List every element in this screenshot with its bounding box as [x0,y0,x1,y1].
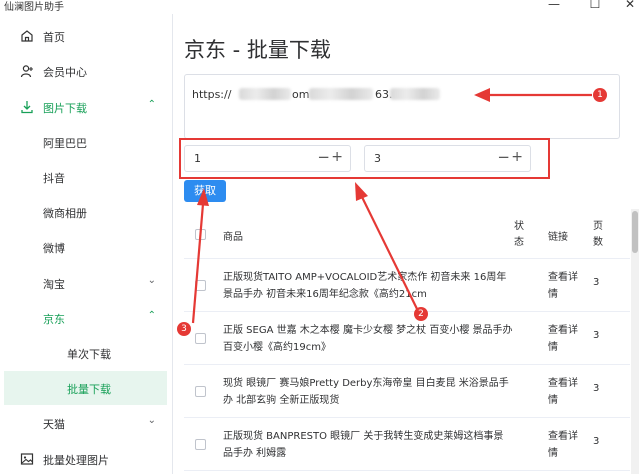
user-add-icon [20,65,33,78]
chevron-down-icon: ⌄ [147,275,156,286]
table-row[interactable]: 正版 SEGA 世嘉 木之本樱 魔卡少女樱 梦之杖 百变小樱 景品手办 百变小樱… [184,313,630,365]
page-count: 3 [593,436,600,447]
select-all-checkbox[interactable] [195,229,206,240]
page-title: 京东 - 批量下载 [184,38,331,62]
annotation-badge-1: 1 [593,88,607,102]
row-checkbox[interactable] [195,439,206,450]
view-details-link[interactable]: 查看详情 [548,269,578,303]
sidebar-item-jd[interactable]: 京东 ⌃ [0,301,172,335]
header-pages: 页数 [593,221,603,248]
end-page-value: 3 [374,152,381,165]
sidebar-item-image-download[interactable]: 图片下载 ⌃ [0,90,172,124]
chevron-up-icon: ⌃ [147,99,156,110]
url-text: https:// [192,88,232,101]
sidebar-item-label: 微博 [43,242,65,255]
download-icon [21,101,33,114]
chevron-up-icon: ⌃ [147,310,156,321]
sidebar-item-label: 阿里巴巴 [43,137,87,150]
sidebar-item-tmall[interactable]: 天猫 ⌄ [0,406,172,440]
redaction-blur [390,88,440,100]
table-scrollbar[interactable] [631,209,639,474]
start-page-stepper[interactable]: 1 − + [184,145,351,172]
scrollbar-thumb[interactable] [632,211,638,253]
sidebar-item-batch-download[interactable]: 批量下载 [4,371,167,405]
sidebar-item-batch-process[interactable]: 批量处理图片 [0,442,172,474]
sidebar-item-label: 单次下载 [67,348,111,361]
maximize-button[interactable]: ☐ [585,0,605,11]
header-product: 商品 [223,232,243,243]
product-name: 正版 SEGA 世嘉 木之本樱 魔卡少女樱 梦之杖 百变小樱 景品手办 百变小樱… [223,325,513,353]
view-details-link[interactable]: 查看详情 [548,375,578,409]
product-name: 正版现货 BANPRESTO 眼镜厂 关于我转生变成史莱姆这档事景品手办 利姆露 [223,431,504,459]
sidebar-item-home[interactable]: 首页 [0,19,172,53]
sidebar-item-label: 京东 [43,313,65,326]
window-title: 仙澜图片助手 [4,2,64,13]
start-page-value: 1 [194,152,201,165]
header-link: 链接 [548,232,568,243]
sidebar: 首页 会员中心 图片下载 ⌃ 阿里巴巴 抖音 微商相册 微博 淘宝 ⌄ 京东 ⌃ [0,14,173,474]
view-details-link[interactable]: 查看详情 [548,322,578,356]
fetch-button[interactable]: 获取 [184,180,226,202]
end-page-stepper[interactable]: 3 − + [364,145,531,172]
sidebar-item-label: 会员中心 [43,66,87,79]
page-count: 3 [593,330,600,341]
row-checkbox[interactable] [195,333,206,344]
table-header: 商品 状态 链接 页数 [184,211,630,259]
product-name: 现货 眼镜厂 赛马娘Pretty Derby东海帝皇 目白麦昆 米浴景品手办 北… [223,378,509,406]
title-bar: 仙澜图片助手 — ☐ ✕ [0,0,640,14]
close-button[interactable]: ✕ [620,0,640,11]
chevron-down-icon: ⌄ [147,415,156,426]
table-row[interactable]: 正版现货 BANPRESTO 眼镜厂 关于我转生变成史莱姆这档事景品手办 利姆露… [184,419,630,471]
sidebar-item-label: 淘宝 [43,278,65,291]
sidebar-item-label: 微商相册 [43,207,87,220]
row-checkbox[interactable] [195,386,206,397]
sidebar-item-member[interactable]: 会员中心 [0,54,172,88]
table-row[interactable]: 正版现货TAITO AMP+VOCALOID艺术家杰作 初音未来 16周年景品手… [184,260,630,312]
redaction-blur [309,88,373,100]
sidebar-item-label: 批量下载 [67,383,111,396]
sidebar-item-label: 图片下载 [43,102,87,115]
view-details-link[interactable]: 查看详情 [548,428,578,462]
image-icon [20,453,34,465]
product-name: 正版现货TAITO AMP+VOCALOID艺术家杰作 初音未来 16周年景品手… [223,272,507,300]
sidebar-item-label: 天猫 [43,418,65,431]
app-window: 仙澜图片助手 — ☐ ✕ 首页 会员中心 图片下载 ⌃ 阿里巴巴 抖音 微商相册… [0,0,640,474]
url-textarea[interactable]: https:// om 63. [184,74,620,139]
sidebar-item-label: 抖音 [43,172,65,185]
page-count: 3 [593,277,600,288]
decrement-button[interactable]: − [497,148,510,166]
increment-button[interactable]: + [331,149,343,165]
decrement-button[interactable]: − [317,148,330,166]
page-count: 3 [593,383,600,394]
sidebar-item-label: 批量处理图片 [43,454,109,467]
row-checkbox[interactable] [195,280,206,291]
sidebar-item-taobao[interactable]: 淘宝 ⌄ [0,266,172,300]
sidebar-item-weishang-album[interactable]: 微商相册 [0,195,172,229]
annotation-badge-2: 2 [414,307,428,321]
header-status: 状态 [514,221,524,248]
minimize-button[interactable]: — [544,0,564,11]
sidebar-item-alibaba[interactable]: 阿里巴巴 [0,125,172,159]
home-icon [21,30,33,42]
redaction-blur [239,88,291,100]
sidebar-item-single-download[interactable]: 单次下载 [0,336,172,370]
sidebar-item-label: 首页 [43,31,65,44]
url-text-mid: om [292,88,310,101]
annotation-badge-3: 3 [177,322,191,336]
main-panel: 京东 - 批量下载 https:// om 63. 1 − + 3 − + 获取… [174,14,640,474]
sidebar-item-douyin[interactable]: 抖音 [0,160,172,194]
table-row[interactable]: 现货 眼镜厂 赛马娘Pretty Derby东海帝皇 目白麦昆 米浴景品手办 北… [184,366,630,418]
sidebar-item-weibo[interactable]: 微博 [0,230,172,264]
increment-button[interactable]: + [511,149,523,165]
